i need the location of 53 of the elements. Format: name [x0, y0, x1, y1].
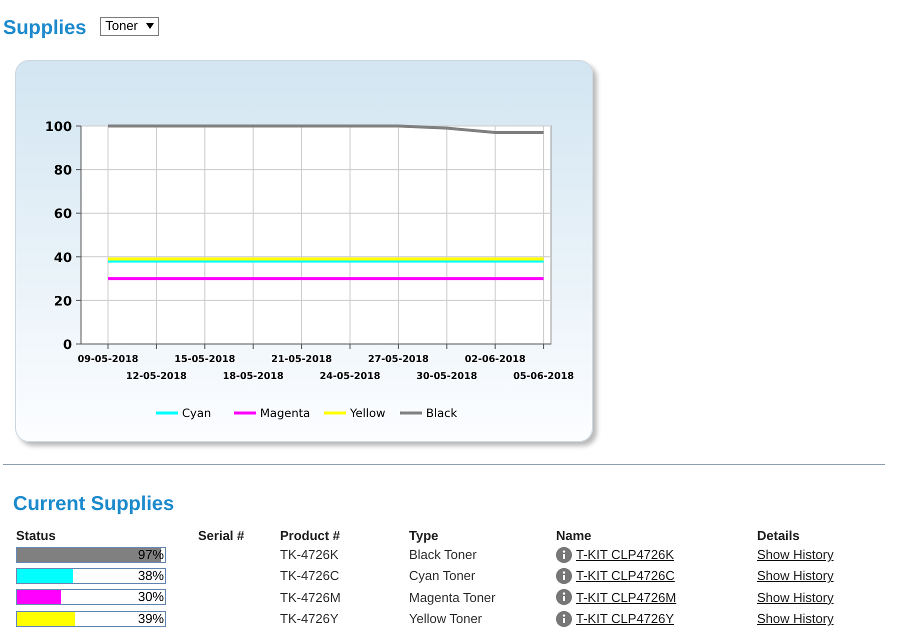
y-tick-label: 40 [54, 250, 72, 266]
y-tick-label: 60 [54, 207, 72, 222]
column-header: Status [16, 528, 56, 542]
x-tick-label: 24-05-2018 [320, 371, 380, 382]
page-title: Supplies [3, 16, 86, 41]
dropdown-caret-icon [146, 23, 154, 29]
product-number: TK-4726Y [280, 611, 339, 626]
legend-label: Cyan [182, 406, 212, 420]
supply-name-link[interactable]: T-KIT CLP4726K [576, 547, 674, 562]
show-history-link[interactable]: Show History [757, 590, 834, 605]
x-tick-label: 09-05-2018 [78, 354, 138, 365]
show-history-link[interactable]: Show History [757, 547, 834, 562]
info-icon[interactable] [556, 610, 572, 627]
x-tick-label: 18-05-2018 [222, 371, 284, 382]
level-percent: 38% [138, 568, 164, 583]
show-history-link[interactable]: Show History [757, 611, 834, 626]
y-tick-label: 100 [44, 120, 72, 135]
y-tick-label: 0 [62, 338, 72, 353]
x-tick-label: 27-05-2018 [368, 354, 429, 365]
supply-type: Magenta Toner [409, 590, 496, 605]
column-header: Serial # [198, 528, 244, 542]
column-header: Name [556, 528, 592, 542]
supply-type-select[interactable]: Toner [100, 16, 159, 36]
show-history-link[interactable]: Show History [757, 568, 834, 584]
legend-label: Black [426, 406, 458, 420]
supply-type: Yellow Toner [409, 611, 482, 626]
column-header: Details [757, 528, 800, 542]
y-tick-label: 20 [54, 294, 72, 310]
column-header: Type [409, 528, 438, 542]
product-number: TK-4726C [280, 568, 340, 584]
supply-name-link[interactable]: T-KIT CLP4726Y [576, 611, 674, 626]
supply-type: Cyan Toner [409, 568, 476, 584]
y-tick-label: 80 [54, 164, 72, 179]
x-tick-label: 12-05-2018 [126, 371, 187, 382]
supply-type: Black Toner [409, 547, 477, 562]
level-percent: 30% [138, 590, 164, 604]
product-number: TK-4726M [280, 590, 341, 605]
x-tick-label: 15-05-2018 [174, 354, 236, 365]
x-tick-label: 05-06-2018 [513, 371, 574, 382]
info-icon[interactable] [556, 568, 572, 584]
column-header: Product # [280, 528, 340, 542]
legend-label: Magenta [260, 406, 310, 420]
x-tick-label: 30-05-2018 [416, 371, 478, 382]
legend-label: Yellow [350, 406, 386, 420]
supply-name-link[interactable]: T-KIT CLP4726M [576, 590, 676, 605]
supply-name-link[interactable]: T-KIT CLP4726C [576, 568, 675, 584]
product-number: TK-4726K [280, 547, 339, 562]
x-tick-label: 21-05-2018 [271, 354, 332, 365]
level-percent: 39% [138, 612, 164, 626]
info-icon[interactable] [556, 546, 572, 563]
info-icon[interactable] [556, 589, 572, 606]
section-title: Current Supplies [13, 492, 174, 517]
x-tick-label: 02-06-2018 [464, 354, 526, 365]
